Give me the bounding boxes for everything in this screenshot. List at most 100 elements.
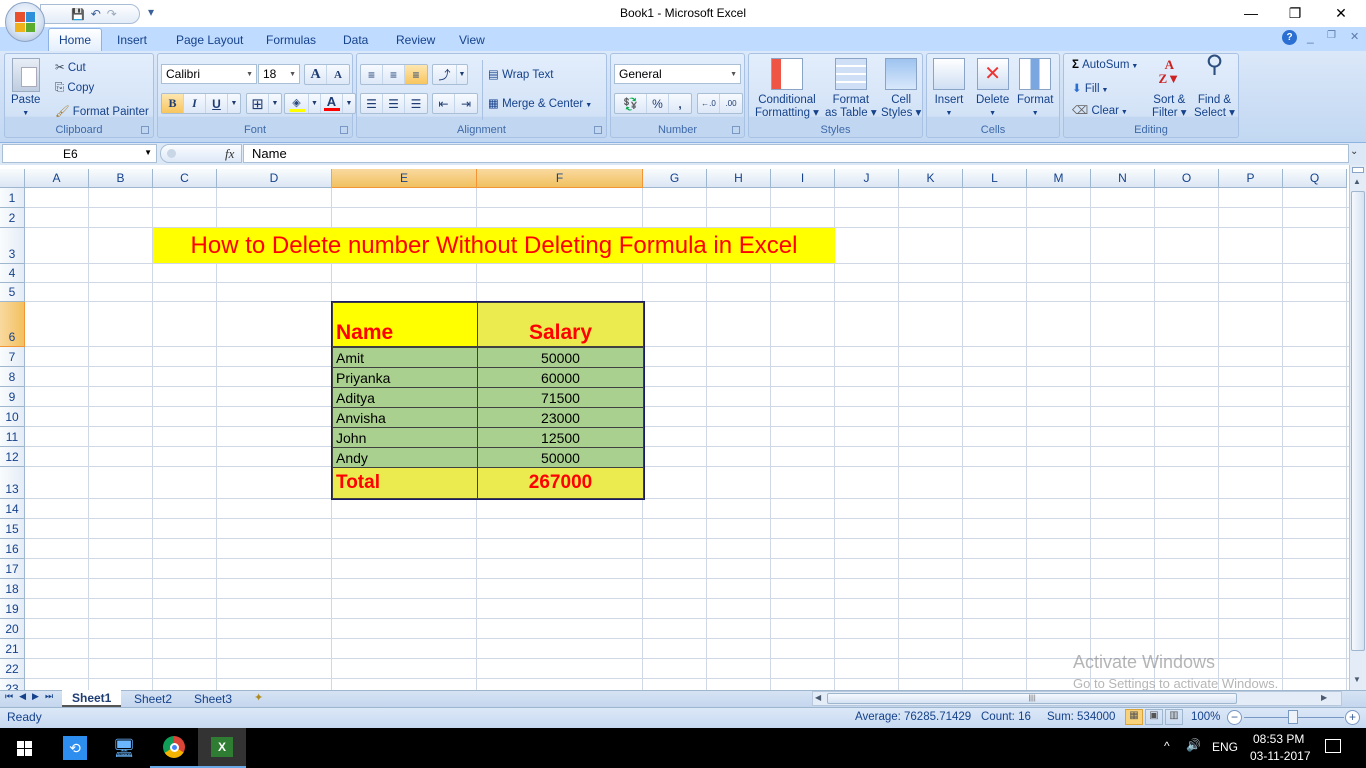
column-header-g[interactable]: G (643, 169, 707, 188)
office-button[interactable] (5, 2, 45, 42)
column-header-b[interactable]: B (89, 169, 153, 188)
column-header-n[interactable]: N (1091, 169, 1155, 188)
column-header-j[interactable]: J (835, 169, 899, 188)
taskbar-app-shareit[interactable]: ⟲ (51, 728, 99, 768)
undo-icon[interactable]: ↶ (91, 7, 101, 21)
italic-button[interactable]: I (184, 94, 206, 113)
percent-button[interactable]: % (647, 94, 669, 113)
column-header-a[interactable]: A (25, 169, 89, 188)
header-salary-cell[interactable]: Salary (477, 302, 644, 347)
format-cells-button[interactable]: Format ▼ (1017, 58, 1053, 120)
start-button[interactable] (0, 728, 48, 768)
select-all-button[interactable] (0, 169, 25, 188)
total-label-cell[interactable]: Total (332, 467, 478, 499)
page-break-view-button[interactable]: ▥ (1165, 709, 1183, 725)
number-format-dropdown[interactable]: General ▼ (614, 64, 741, 84)
salary-cell[interactable]: 50000 (477, 347, 644, 368)
align-left-button[interactable]: ☰ (361, 94, 383, 113)
taskbar-app-excel[interactable]: X (198, 728, 246, 768)
tab-data[interactable]: Data (333, 28, 378, 51)
decrease-indent-button[interactable]: ⇤ (433, 94, 455, 113)
zoom-in-button[interactable]: + (1345, 710, 1360, 725)
increase-indent-button[interactable]: ⇥ (455, 94, 477, 113)
format-as-table-button[interactable]: Format as Table ▾ (825, 58, 877, 120)
tab-review[interactable]: Review (386, 28, 445, 51)
column-header-h[interactable]: H (707, 169, 771, 188)
input-language[interactable]: ENG (1212, 740, 1238, 754)
header-name-cell[interactable]: Name (332, 302, 478, 347)
horizontal-scroll-thumb[interactable]: |||| (827, 693, 1237, 704)
row-header-23[interactable]: 23 (0, 679, 25, 690)
volume-icon[interactable]: 🔊 (1186, 738, 1201, 752)
row-header-16[interactable]: 16 (0, 539, 25, 559)
employee-name-cell[interactable]: Andy (332, 447, 478, 468)
row-header-9[interactable]: 9 (0, 387, 25, 407)
ribbon-minimize-button[interactable]: _ (1307, 30, 1314, 44)
shrink-font-button[interactable]: A (327, 65, 349, 84)
row-header-5[interactable]: 5 (0, 283, 25, 302)
scroll-right-icon[interactable]: ▶ (1321, 693, 1327, 702)
fill-color-button[interactable]: ◈ (285, 94, 309, 113)
font-size-dropdown[interactable]: 18 ▼ (258, 64, 300, 84)
currency-button[interactable]: 💱 (615, 94, 647, 113)
row-header-19[interactable]: 19 (0, 599, 25, 619)
page-layout-view-button[interactable]: ▣ (1145, 709, 1163, 725)
sheet-nav-buttons[interactable]: ⏮◀▶⏭ (5, 691, 59, 702)
insert-cells-button[interactable]: Insert ▼ (933, 58, 965, 120)
wrap-text-button[interactable]: ▤ Wrap Text (488, 67, 553, 81)
horizontal-scrollbar[interactable]: ◀ |||| ▶ (812, 691, 1342, 706)
resize-handle-icon[interactable] (167, 149, 176, 158)
font-name-dropdown[interactable]: Calibri ▼ (161, 64, 257, 84)
ribbon-restore-button[interactable]: ❐ (1327, 30, 1336, 41)
scroll-up-icon[interactable]: ▲ (1353, 177, 1361, 186)
save-icon[interactable]: 💾 (71, 8, 85, 21)
worksheet-grid[interactable]: ABCDEFGHIJKLMNOPQ 1 2 3 4 5 6 7 8 9 10 11 12 13 14 15 1… (0, 169, 1349, 690)
sort-filter-button[interactable]: A Z▼ Sort & Filter ▾ (1152, 58, 1187, 120)
column-header-e[interactable]: E (332, 169, 477, 188)
salary-cell[interactable]: 50000 (477, 447, 644, 468)
align-center-button[interactable]: ☰ (383, 94, 405, 113)
borders-button[interactable]: ⊞ ▼ (246, 93, 282, 114)
merge-center-button[interactable]: ▦ Merge & Center ▼ (488, 96, 592, 110)
zoom-out-button[interactable]: − (1227, 710, 1242, 725)
format-painter-button[interactable]: 🖌 Format Painter (55, 104, 149, 118)
employee-name-cell[interactable]: Priyanka (332, 367, 478, 388)
close-button[interactable]: ✕ (1318, 0, 1364, 26)
fill-button[interactable]: ⬇ Fill ▼ (1072, 81, 1108, 95)
vertical-scrollbar[interactable]: ▲ ▼ (1349, 165, 1366, 690)
row-header-11[interactable]: 11 (0, 427, 25, 447)
grow-font-button[interactable]: A (305, 65, 327, 84)
salary-cell[interactable]: 12500 (477, 427, 644, 448)
chevron-down-icon[interactable]: ▼ (144, 148, 152, 157)
title-banner-cell[interactable]: How to Delete number Without Deleting Fo… (153, 228, 835, 263)
row-header-8[interactable]: 8 (0, 367, 25, 387)
salary-cell[interactable]: 71500 (477, 387, 644, 408)
clock-date[interactable]: 03-11-2017 (1250, 749, 1311, 763)
sheet-tab-sheet3[interactable]: Sheet3 (184, 690, 242, 707)
insert-sheet-icon[interactable]: ✦ (254, 691, 263, 704)
column-header-f[interactable]: F (477, 169, 643, 188)
salary-cell[interactable]: 60000 (477, 367, 644, 388)
zoom-level[interactable]: 100% (1191, 711, 1220, 723)
tab-formulas[interactable]: Formulas (256, 28, 326, 51)
column-header-i[interactable]: I (771, 169, 835, 188)
row-header-21[interactable]: 21 (0, 639, 25, 659)
underline-button[interactable]: U (206, 94, 228, 113)
normal-view-button[interactable]: ▦ (1125, 709, 1143, 725)
salary-cell[interactable]: 23000 (477, 407, 644, 428)
sheet-tab-sheet1[interactable]: Sheet1 (62, 690, 122, 707)
find-select-button[interactable]: ⚲ Find & Select ▾ (1194, 53, 1235, 120)
row-header-2[interactable]: 2 (0, 208, 25, 228)
column-header-o[interactable]: O (1155, 169, 1219, 188)
column-header-k[interactable]: K (899, 169, 963, 188)
action-center-icon[interactable] (1325, 739, 1341, 753)
tab-home[interactable]: Home (48, 28, 103, 51)
restore-button[interactable]: ❐ (1272, 0, 1318, 26)
orientation-button[interactable]: ⤴ ▼ (432, 64, 468, 85)
help-icon[interactable]: ? (1282, 30, 1297, 45)
customize-qat-icon[interactable]: ▾ (148, 5, 154, 19)
bold-button[interactable]: B (162, 94, 184, 113)
clear-button[interactable]: ⌫ Clear ▼ (1072, 103, 1128, 117)
chevron-down-icon[interactable]: ▼ (343, 94, 355, 113)
number-dialog-launcher[interactable] (732, 126, 740, 134)
